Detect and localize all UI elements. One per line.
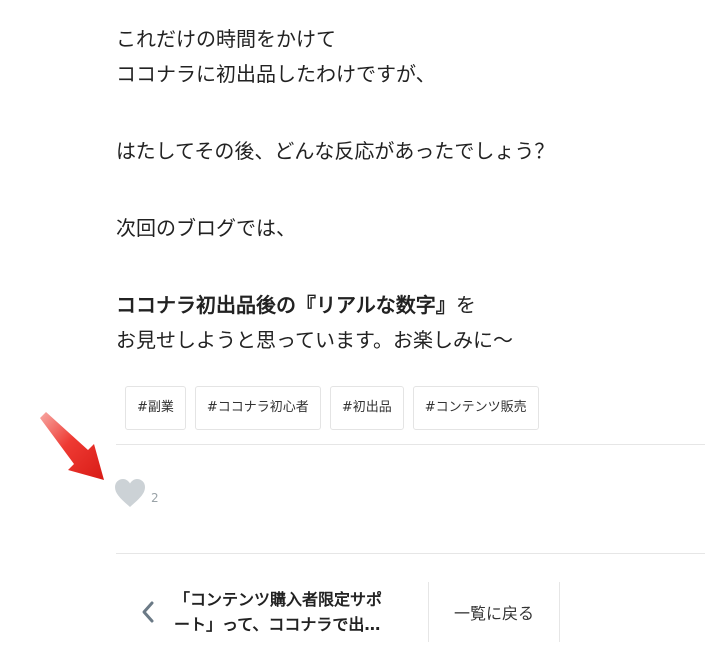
divider (116, 553, 705, 554)
chevron-left-icon (130, 600, 166, 624)
previous-article-title-line: ート」って、ココナラで出… (174, 615, 381, 634)
hashtag-coconala-beginner[interactable]: #ココナラ初心者 (194, 386, 321, 430)
hashtag-list: #副業 #ココナラ初心者 #初出品 #コンテンツ販売 (125, 386, 539, 430)
article-line: これだけの時間をかけて (116, 27, 336, 51)
article-line: はたしてその後、どんな反応があったでしょう？ (116, 139, 555, 163)
article-line: ココナラに初出品したわけですが、 (116, 62, 436, 86)
previous-article-title: 「コンテンツ購入者限定サポ ート」って、ココナラで出… (174, 587, 394, 637)
article-body: これだけの時間をかけて ココナラに初出品したわけですが、 はたしてその後、どんな… (116, 22, 676, 358)
article-pager: 「コンテンツ購入者限定サポ ート」って、ココナラで出… 一覧に戻る (116, 582, 560, 642)
article-line-with-emphasis: ココナラ初出品後の『リアルな数字』を (116, 288, 676, 323)
article-line: お見せしようと思っています。お楽しみに〜 (116, 328, 513, 352)
article-line: 次回のブログでは、 (116, 216, 296, 240)
hashtag-content-sales[interactable]: #コンテンツ販売 (412, 386, 539, 430)
red-arrow-icon (36, 410, 114, 490)
hashtag-first-listing[interactable]: #初出品 (329, 386, 404, 430)
like-count: 2 (151, 491, 159, 505)
heart-icon (115, 479, 145, 507)
bold-phrase: ココナラ初出品後の『リアルな数字』 (116, 293, 456, 317)
previous-article-title-line: 「コンテンツ購入者限定サポ (174, 590, 383, 609)
previous-article-link[interactable]: 「コンテンツ購入者限定サポ ート」って、ココナラで出… (116, 582, 429, 642)
back-to-list-button[interactable]: 一覧に戻る (429, 582, 560, 642)
like-button[interactable]: 2 (114, 478, 159, 508)
article-text: を (455, 293, 476, 317)
hashtag-fukugyo[interactable]: #副業 (125, 386, 186, 430)
divider (116, 444, 705, 445)
